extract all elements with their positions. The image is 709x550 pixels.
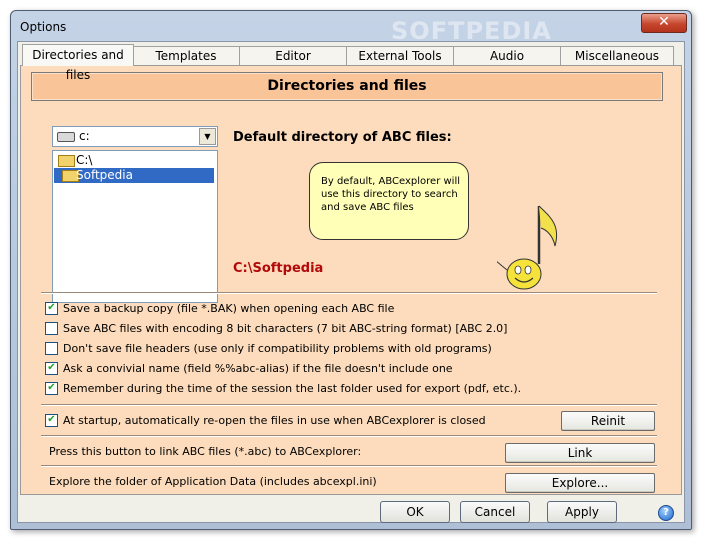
tab-strip: Directories and files Templates Editor E… <box>20 44 680 82</box>
default-directory-label: Default directory of ABC files: <box>233 130 452 145</box>
music-note-mascot-icon <box>497 205 557 290</box>
option-label: Don't save file headers (use only if com… <box>63 342 492 355</box>
explore-description: Explore the folder of Application Data (… <box>49 475 377 488</box>
tab-editor[interactable]: Editor <box>239 46 347 65</box>
dialog-client: Directories and files Templates Editor E… <box>17 41 685 523</box>
reopen-checkbox[interactable]: ✔ <box>45 414 58 427</box>
options-window: Options SOFTPEDIA ✕ Directories and file… <box>10 10 692 530</box>
tab-external-tools[interactable]: External Tools <box>346 46 454 65</box>
chevron-down-icon[interactable]: ▼ <box>199 128 216 145</box>
encoding-checkbox[interactable] <box>45 322 58 335</box>
tab-templates[interactable]: Templates <box>132 46 240 65</box>
directory-list[interactable]: C:\ Softpedia <box>52 150 218 303</box>
option-label: Ask a convivial name (field %%abc-alias)… <box>63 362 453 375</box>
cancel-button[interactable]: Cancel <box>460 501 530 523</box>
option-label: Save ABC files with encoding 8 bit chara… <box>63 322 508 335</box>
directories-panel: Directories and files c: ▼ C:\ Softpedia… <box>20 65 682 495</box>
separator <box>41 404 657 406</box>
open-folder-icon <box>58 155 75 167</box>
separator <box>41 292 657 294</box>
link-button[interactable]: Link <box>505 443 655 463</box>
directory-label: C:\ <box>76 153 93 167</box>
directory-item-softpedia[interactable]: Softpedia <box>54 168 214 183</box>
option-label: Save a backup copy (file *.BAK) when ope… <box>63 302 395 315</box>
explore-button[interactable]: Explore... <box>505 473 655 493</box>
link-description: Press this button to link ABC files (*.a… <box>49 445 362 458</box>
separator <box>41 465 657 467</box>
separator <box>41 435 657 437</box>
option-label: At startup, automatically re-open the fi… <box>63 414 486 427</box>
tab-audio[interactable]: Audio <box>453 46 561 65</box>
window-title: Options <box>20 20 67 34</box>
speech-bubble: By default, ABCexplorer will use this di… <box>309 162 469 240</box>
option-label: Remember during the time of the session … <box>63 382 522 395</box>
ok-button[interactable]: OK <box>380 501 450 523</box>
remember-folder-checkbox[interactable]: ✔ <box>45 382 58 395</box>
title-bar[interactable]: Options SOFTPEDIA ✕ <box>11 11 691 45</box>
panel-header: Directories and files <box>31 72 663 101</box>
drive-icon <box>57 132 75 142</box>
reinit-button[interactable]: Reinit <box>561 411 655 431</box>
help-icon[interactable]: ? <box>658 505 674 521</box>
tab-directories-and-files[interactable]: Directories and files <box>22 44 134 82</box>
current-path: C:\Softpedia <box>233 261 324 276</box>
drive-select[interactable]: c: ▼ <box>52 126 218 147</box>
backup-checkbox[interactable]: ✔ <box>45 302 58 315</box>
directory-item-root[interactable]: C:\ <box>54 153 214 168</box>
close-button[interactable]: ✕ <box>641 13 687 33</box>
drive-value: c: <box>79 129 90 143</box>
directory-label: Softpedia <box>76 168 133 182</box>
tab-miscellaneous[interactable]: Miscellaneous <box>560 46 674 65</box>
apply-button[interactable]: Apply <box>547 501 617 523</box>
headers-checkbox[interactable] <box>45 342 58 355</box>
alias-checkbox[interactable]: ✔ <box>45 362 58 375</box>
bubble-text: By default, ABCexplorer will use this di… <box>321 176 460 213</box>
